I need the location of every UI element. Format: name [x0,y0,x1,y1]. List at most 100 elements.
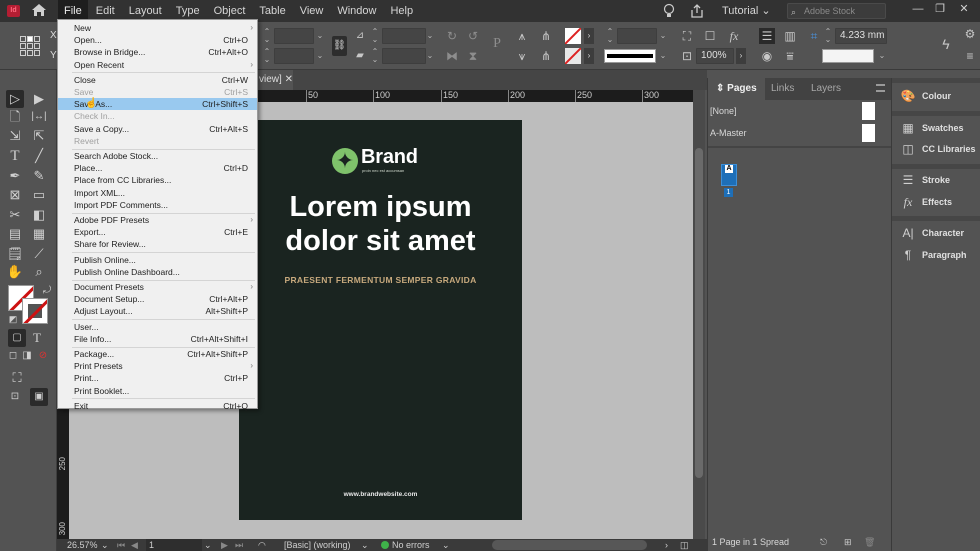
stroke-swatch[interactable] [565,48,581,64]
menu-window[interactable]: Window [331,0,382,22]
stroke-menu-button[interactable]: › [584,48,594,64]
selection-tool-icon[interactable]: ▷ [6,90,24,108]
new-page-icon[interactable]: ⊞ [844,534,852,551]
frame-fitting-icon[interactable]: ☐ [702,28,718,44]
width-stepper[interactable]: ⌃ ⌄ [262,28,272,44]
last-page-button[interactable]: ⏭ [235,539,243,551]
fill-swatch[interactable] [565,28,581,44]
menu-table[interactable]: Table [253,0,291,22]
horizontal-scrollbar[interactable] [492,540,647,550]
dock-effects[interactable]: fx Effects [892,192,980,212]
file-menu-item[interactable]: Open Recent › [58,59,257,71]
stroke-weight-stepper[interactable]: ⌃ ⌄ [605,28,615,44]
file-menu-item[interactable]: Save a Copy... Ctrl+Alt+S [58,123,257,135]
file-menu-item[interactable]: Print... Ctrl+P [58,372,257,384]
lightbulb-icon[interactable] [662,3,676,19]
dock-swatches[interactable]: ▦ Swatches [892,118,980,138]
rectangle-tool-icon[interactable]: ▭ [30,186,48,204]
adobe-stock-search[interactable]: ⌕ Adobe Stock [787,3,886,19]
width-dropdown[interactable]: ⌄ [314,28,326,44]
shear-field[interactable] [382,48,426,64]
text-wrap-shape-icon[interactable]: ◉ [759,48,775,64]
file-menu-item[interactable]: Document Setup... Ctrl+Alt+P [58,293,257,305]
rotation-stepper[interactable]: ⌃ ⌄ [370,28,380,44]
menu-view[interactable]: View [294,0,330,22]
stroke-color-swatch[interactable] [22,298,48,324]
edit-page-size-icon[interactable]: ⎋ [820,534,827,551]
stroke-type-selector[interactable] [604,49,656,63]
preflight-status[interactable]: No errors [392,539,430,551]
home-icon[interactable] [31,3,47,17]
formatting-affects-text-icon[interactable]: T [28,329,46,347]
height-dropdown[interactable]: ⌄ [314,48,326,64]
control-panel-menu-icon[interactable]: ≡ [962,48,978,64]
pen-tool-icon[interactable]: ✒ [6,167,24,185]
menu-help[interactable]: Help [384,0,419,22]
line-tool-icon[interactable]: ╱ [30,147,48,165]
file-menu-item[interactable]: Print Presets › [58,360,257,372]
zoom-dropdown[interactable]: ⌄ [101,539,109,551]
scrollbar-thumb[interactable] [695,148,703,478]
master-a[interactable]: A-Master [708,122,891,144]
file-menu-item[interactable]: Import XML... [58,187,257,199]
auto-fit-icon[interactable]: ⛶ [679,28,695,44]
rectangle-frame-tool-icon[interactable]: ⊠ [6,186,24,204]
page-thumbnail[interactable]: A [721,164,737,186]
dock-group-handle[interactable] [892,111,980,116]
profile-status[interactable]: [Basic] (working) [284,539,351,551]
text-wrap-none-icon[interactable]: ☰ [759,28,775,44]
file-menu-item[interactable]: User... [58,321,257,333]
file-menu-item[interactable]: Publish Online Dashboard... [58,266,257,278]
preflight-dropdown[interactable]: ⌄ [442,539,450,551]
dock-stroke[interactable]: ☰ Stroke [892,170,980,190]
dock-cc-libraries[interactable]: ◫ CC Libraries [892,139,980,159]
eyedropper-tool-icon[interactable]: ⟋ [30,245,48,263]
select-container-icon[interactable]: ⩚ [514,28,530,44]
direct-selection-tool-icon[interactable]: ▶ [30,90,48,108]
stroke-type-dropdown[interactable]: ⌄ [657,48,669,64]
normal-view-icon[interactable]: ⊡ [6,388,24,406]
rotation-dropdown[interactable]: ⌄ [424,28,436,44]
preview-mode-icon[interactable]: ▣ [30,388,48,406]
vertical-scrollbar[interactable] [693,90,705,539]
file-menu-item[interactable]: Publish Online... [58,254,257,266]
opacity-arrow-button[interactable]: › [736,48,746,64]
note-tool-icon[interactable]: 🗒 [6,245,24,263]
corner-size-stepper[interactable]: ⌃ ⌄ [823,28,833,44]
height-field[interactable] [274,48,314,64]
file-menu-item[interactable]: Open... Ctrl+O [58,34,257,46]
apply-none-icon[interactable]: ⊘ [34,347,52,365]
dock-group-handle[interactable] [892,78,980,83]
corner-shape-dropdown[interactable]: ⌄ [876,48,888,64]
height-stepper[interactable]: ⌃ ⌄ [262,48,272,64]
file-menu-item[interactable]: Close Ctrl+W [58,74,257,86]
rotate-ccw-icon[interactable]: ↺ [465,28,481,44]
file-menu-item[interactable]: Adjust Layout... Alt+Shift+P [58,305,257,317]
next-page-button[interactable]: ▶ [221,539,228,551]
previous-page-button[interactable]: ◀ [131,539,138,551]
corner-size-field[interactable]: 4.233 mm [835,28,887,44]
zoom-tool-icon[interactable]: ⌕ [30,263,48,281]
master-none[interactable]: [None] [708,100,891,122]
fill-menu-button[interactable]: › [584,28,594,44]
gap-tool-icon[interactable]: |↔| [30,108,48,126]
file-menu-item[interactable]: Print Booklet... [58,385,257,397]
stroke-weight-field[interactable] [617,28,657,44]
first-page-button[interactable]: ⏮ [117,539,125,551]
dock-group-handle[interactable] [892,164,980,169]
stroke-weight-dropdown[interactable]: ⌄ [657,28,669,44]
file-menu-item[interactable]: Search Adobe Stock... [58,150,257,162]
file-menu-item[interactable]: Place from CC Libraries... [58,174,257,186]
default-fill-stroke-icon[interactable]: ◩ [4,310,22,328]
scroll-right-arrow[interactable]: › [665,539,668,551]
swap-fill-stroke-icon[interactable]: ⤾ [38,282,56,300]
rotation-field[interactable] [382,28,426,44]
tab-pages[interactable]: ⇕ Pages [708,78,765,100]
file-menu-item[interactable]: Export... Ctrl+E [58,226,257,238]
dock-character[interactable]: A| Character [892,223,980,243]
corner-options-icon[interactable]: ⌗ [806,28,822,44]
page-tool-icon[interactable]: 🗋 [6,108,24,126]
corner-shape-selector[interactable] [822,49,874,63]
share-icon[interactable] [690,3,704,19]
constrain-proportions-link-icon[interactable]: ⛓ [332,36,347,56]
